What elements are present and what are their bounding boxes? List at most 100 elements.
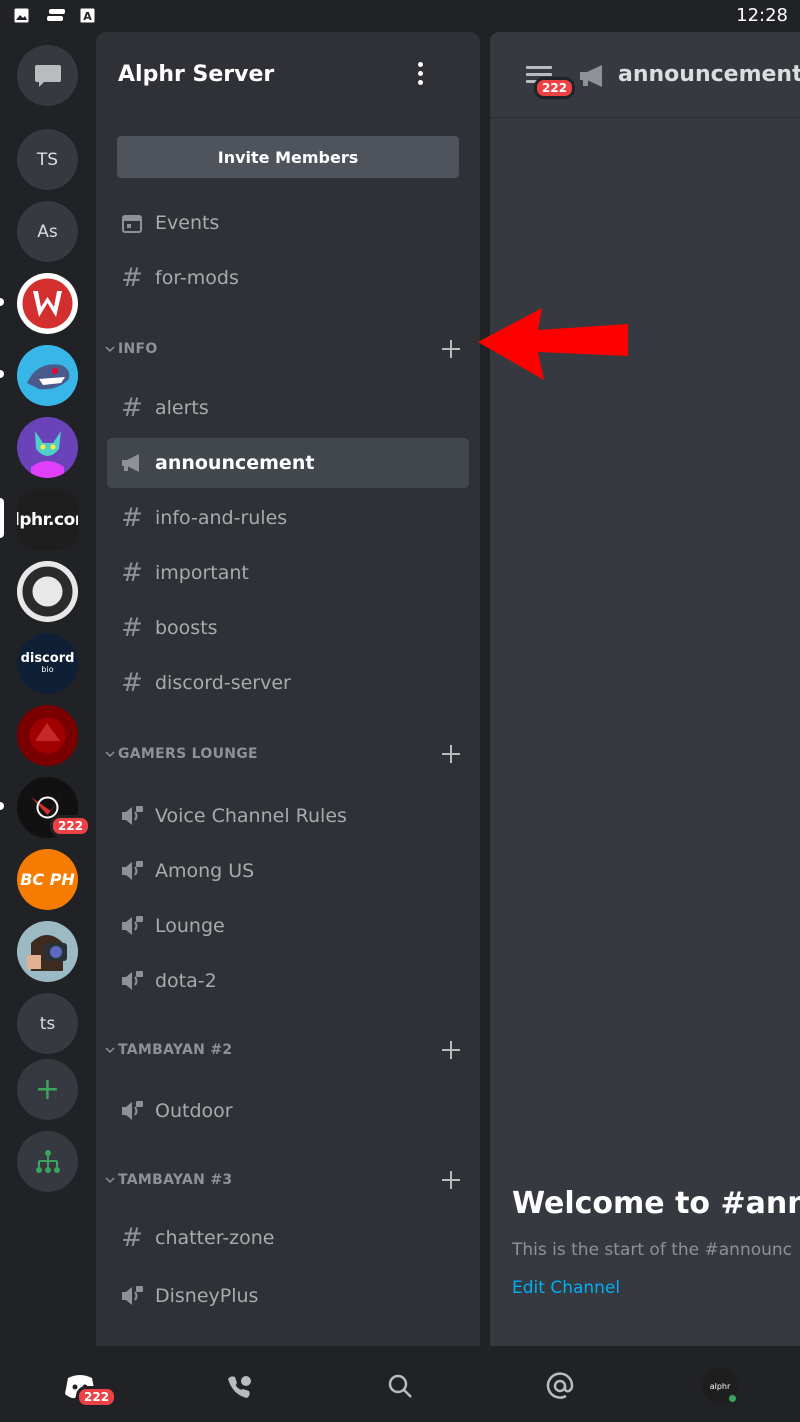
w-logo-icon: [17, 273, 78, 334]
home-tab[interactable]: 222: [60, 1366, 118, 1408]
add-server-button[interactable]: +: [17, 1059, 78, 1120]
voice-channel-dota-2[interactable]: dota-2: [107, 957, 469, 1005]
server-discord-bio[interactable]: discord bio: [17, 633, 78, 694]
voice-channel-disneyplus[interactable]: DisneyPlus: [107, 1272, 469, 1320]
bottom-nav: 222 alphr: [0, 1346, 800, 1422]
calendar-icon: [109, 199, 155, 247]
server-gaming[interactable]: 222: [17, 777, 92, 838]
chevron-down-icon: [102, 1176, 118, 1184]
character-avatar-icon: [17, 417, 78, 478]
server-photographer[interactable]: [17, 921, 78, 982]
gallery-icon: [14, 8, 29, 23]
shark-avatar-icon: [17, 345, 78, 406]
chat-bubble-icon: [34, 64, 61, 87]
channel-title: announcement: [618, 62, 800, 87]
voice-channel-rules[interactable]: Voice Channel Rules: [107, 792, 469, 840]
server-ts-lower[interactable]: ts: [17, 993, 78, 1054]
mention-badge: 222: [50, 815, 92, 837]
unread-indicator: [0, 298, 4, 306]
add-channel-plus-icon[interactable]: [440, 338, 462, 360]
category-gamers-lounge[interactable]: GAMERS LOUNGE: [102, 739, 474, 769]
events-item[interactable]: Events: [107, 199, 469, 247]
category-tambayan-3[interactable]: TAMBAYAN #3: [102, 1165, 474, 1195]
channel-for-mods[interactable]: # for-mods: [107, 254, 469, 302]
locked-speaker-icon: [109, 902, 155, 950]
server-bc-ph[interactable]: BC PH: [17, 849, 78, 910]
voice-channel-lounge[interactable]: Lounge: [107, 902, 469, 950]
hash-icon: #: [121, 668, 143, 698]
channel-info-and-rules[interactable]: # info-and-rules: [107, 494, 469, 542]
category-tambayan-2[interactable]: TAMBAYAN #2: [102, 1035, 474, 1065]
channel-alerts[interactable]: # alerts: [107, 384, 469, 432]
add-channel-plus-icon[interactable]: [440, 743, 462, 765]
search-icon: [388, 1374, 412, 1398]
photographer-avatar-icon: [17, 921, 78, 982]
server-alphr[interactable]: alphr.com: [17, 489, 78, 550]
channel-discord-server[interactable]: # discord-server: [107, 659, 469, 707]
explore-hub-icon: [35, 1149, 60, 1173]
online-status-dot: [727, 1393, 738, 1404]
server-as[interactable]: As: [17, 201, 78, 262]
channel-panel: Alphr Server Invite Members Events # for…: [96, 32, 480, 1346]
chevron-down-icon: [102, 1046, 118, 1054]
direct-messages-button[interactable]: [17, 45, 78, 106]
locked-speaker-icon: [109, 1087, 155, 1135]
category-info[interactable]: INFO: [102, 334, 474, 364]
svg-text:A: A: [83, 10, 92, 23]
voice-channel-among-us[interactable]: Among US: [107, 847, 469, 895]
hash-icon: #: [121, 613, 143, 643]
server-ts[interactable]: TS: [17, 129, 78, 190]
invite-members-button[interactable]: Invite Members: [117, 136, 459, 178]
voice-channel-outdoor[interactable]: Outdoor: [107, 1087, 469, 1135]
welcome-title: Welcome to #anno: [512, 1186, 800, 1221]
avatar: alphr: [702, 1368, 738, 1404]
unread-indicator: [0, 802, 4, 810]
add-channel-plus-icon[interactable]: [440, 1039, 462, 1061]
channel-chatter-zone[interactable]: # chatter-zone: [107, 1214, 469, 1262]
locked-speaker-icon: [109, 847, 155, 895]
at-mention-icon: [546, 1372, 574, 1399]
friends-icon: [228, 1376, 251, 1398]
channel-important[interactable]: # important: [107, 549, 469, 597]
hash-icon: #: [121, 558, 143, 588]
red-emblem-icon: [17, 705, 78, 766]
profile-tab[interactable]: alphr: [700, 1366, 740, 1406]
locked-speaker-icon: [109, 957, 155, 1005]
home-badge: 222: [76, 1386, 118, 1408]
edit-channel-link[interactable]: Edit Channel: [512, 1278, 620, 1298]
unread-badge: 222: [534, 77, 576, 99]
clock: 12:28: [736, 5, 788, 26]
hash-icon: #: [121, 1223, 143, 1253]
server-red-emblem[interactable]: [17, 705, 78, 766]
add-channel-plus-icon[interactable]: [440, 1169, 462, 1191]
chat-area: 222 announcement Welcome to #anno This i…: [490, 32, 800, 1346]
mentions-tab[interactable]: [540, 1366, 580, 1406]
explore-servers-button[interactable]: [17, 1131, 78, 1192]
server-ring[interactable]: [17, 561, 78, 622]
server-rail: TS As alphr.com discord bio 222 BC PH ts…: [0, 32, 96, 1346]
hash-icon: #: [121, 393, 143, 423]
megaphone-icon: [580, 65, 602, 87]
server-menu-kebab-icon[interactable]: [412, 62, 428, 88]
cast-icon: [47, 9, 65, 21]
megaphone-icon: [109, 439, 155, 487]
hash-icon: #: [121, 263, 143, 293]
server-w-logo[interactable]: [17, 273, 78, 334]
friends-tab[interactable]: [220, 1366, 260, 1406]
channel-header: 222 announcement: [490, 32, 800, 118]
hash-icon: #: [121, 503, 143, 533]
server-shark[interactable]: [17, 345, 78, 406]
welcome-subtitle: This is the start of the #announc: [512, 1240, 793, 1260]
chevron-down-icon: [102, 345, 118, 353]
channel-boosts[interactable]: # boosts: [107, 604, 469, 652]
chevron-down-icon: [102, 750, 118, 758]
search-tab[interactable]: [380, 1366, 420, 1406]
locked-speaker-icon: [109, 1272, 155, 1320]
channel-announcement[interactable]: announcement: [107, 438, 469, 488]
ring-logo-icon: [17, 561, 78, 622]
status-bar: A 12:28: [0, 0, 800, 32]
server-name[interactable]: Alphr Server: [118, 62, 274, 87]
locked-speaker-icon: [109, 792, 155, 840]
server-character[interactable]: [17, 417, 78, 478]
red-arrow-annotation: [478, 308, 628, 380]
